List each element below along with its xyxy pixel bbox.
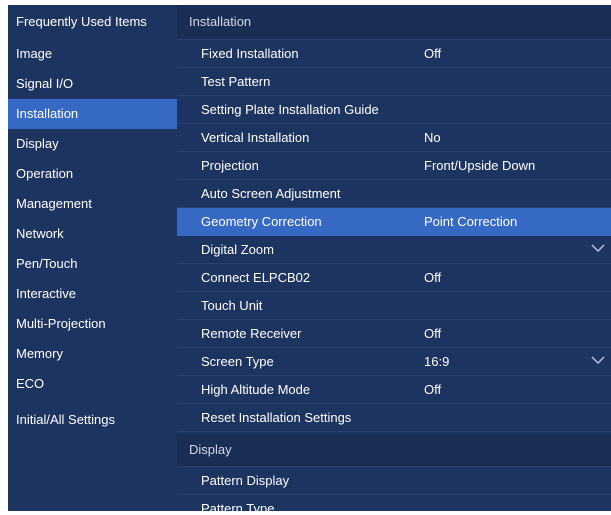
menu-row-fixed-installation[interactable]: Fixed Installation Off	[177, 40, 611, 68]
row-value: Point Correction	[424, 214, 518, 229]
menu-row-projection[interactable]: Projection Front/Upside Down	[177, 152, 611, 180]
menu-row-digital-zoom[interactable]: Digital Zoom	[177, 236, 611, 264]
sidebar-item-image[interactable]: Image	[8, 39, 177, 69]
row-label: Pattern Type	[201, 501, 275, 511]
menu-row-pattern-type[interactable]: Pattern Type	[177, 495, 611, 511]
row-label: Reset Installation Settings	[201, 410, 352, 425]
row-label: Test Pattern	[201, 74, 271, 89]
settings-window: Frequently Used Items Image Signal I/O I…	[8, 5, 611, 511]
row-value: No	[424, 130, 441, 145]
menu-row-pattern-display[interactable]: Pattern Display	[177, 467, 611, 495]
sidebar-item-multi-projection[interactable]: Multi-Projection	[8, 309, 177, 339]
menu-row-setting-plate-installation-guide[interactable]: Setting Plate Installation Guide	[177, 96, 611, 124]
sidebar-item-management[interactable]: Management	[8, 189, 177, 219]
row-label: Digital Zoom	[201, 242, 274, 257]
menu-row-connect-elpcb02[interactable]: Connect ELPCB02 Off	[177, 264, 611, 292]
row-label: Vertical Installation	[201, 130, 310, 145]
row-value: Front/Upside Down	[424, 158, 536, 173]
menu-row-vertical-installation[interactable]: Vertical Installation No	[177, 124, 611, 152]
sidebar-item-network[interactable]: Network	[8, 219, 177, 249]
row-value: Off	[424, 326, 442, 341]
row-label: High Altitude Mode	[201, 382, 311, 397]
row-label: Touch Unit	[201, 298, 263, 313]
chevron-down-icon[interactable]	[591, 356, 605, 365]
menu-row-high-altitude-mode[interactable]: High Altitude Mode Off	[177, 376, 611, 404]
sidebar-item-installation[interactable]: Installation	[8, 99, 177, 129]
sidebar: Frequently Used Items Image Signal I/O I…	[8, 5, 177, 511]
row-label: Projection	[201, 158, 259, 173]
menu-row-touch-unit[interactable]: Touch Unit	[177, 292, 611, 320]
sidebar-item-signal-io[interactable]: Signal I/O	[8, 69, 177, 99]
sidebar-item-initial-all-settings[interactable]: Initial/All Settings	[8, 405, 177, 435]
sidebar-item-memory[interactable]: Memory	[8, 339, 177, 369]
row-label: Pattern Display	[201, 473, 290, 488]
chevron-down-icon[interactable]	[591, 244, 605, 253]
row-label: Setting Plate Installation Guide	[201, 102, 379, 117]
section-header-installation: Installation	[177, 5, 611, 40]
menu-row-remote-receiver[interactable]: Remote Receiver Off	[177, 320, 611, 348]
row-label: Connect ELPCB02	[201, 270, 311, 285]
menu-row-test-pattern[interactable]: Test Pattern	[177, 68, 611, 96]
row-label: Screen Type	[201, 354, 274, 369]
row-label: Remote Receiver	[201, 326, 302, 341]
sidebar-item-eco[interactable]: ECO	[8, 369, 177, 399]
menu-row-geometry-correction[interactable]: Geometry Correction Point Correction	[177, 208, 611, 236]
row-label: Geometry Correction	[201, 214, 322, 229]
sidebar-item-frequently-used-items[interactable]: Frequently Used Items	[8, 5, 177, 39]
row-value: 16:9	[424, 354, 450, 369]
settings-panel: Installation Fixed Installation Off Test…	[177, 5, 611, 511]
row-label: Auto Screen Adjustment	[201, 186, 341, 201]
row-value: Off	[424, 382, 442, 397]
menu-row-auto-screen-adjustment[interactable]: Auto Screen Adjustment	[177, 180, 611, 208]
row-label: Fixed Installation	[201, 46, 299, 61]
sidebar-item-display[interactable]: Display	[8, 129, 177, 159]
sidebar-item-interactive[interactable]: Interactive	[8, 279, 177, 309]
menu-row-reset-installation-settings[interactable]: Reset Installation Settings	[177, 404, 611, 432]
section-header-display: Display	[177, 434, 611, 467]
sidebar-item-pen-touch[interactable]: Pen/Touch	[8, 249, 177, 279]
row-value: Off	[424, 46, 442, 61]
menu-row-screen-type[interactable]: Screen Type 16:9	[177, 348, 611, 376]
sidebar-item-operation[interactable]: Operation	[8, 159, 177, 189]
row-value: Off	[424, 270, 442, 285]
